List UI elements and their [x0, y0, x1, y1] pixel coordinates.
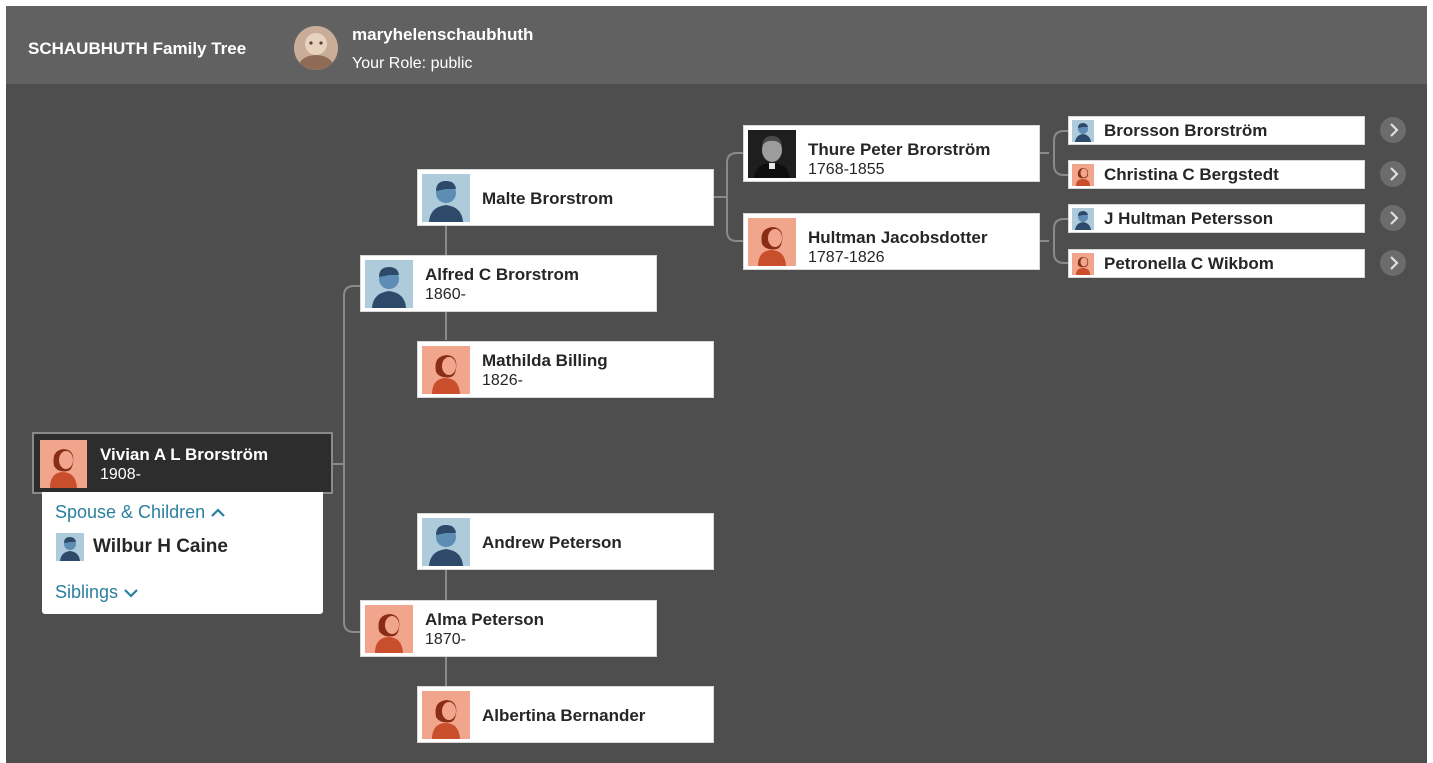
siblings-toggle[interactable]: Siblings: [55, 582, 139, 603]
siblings-label: Siblings: [55, 582, 119, 602]
person-name: Andrew Peterson: [482, 533, 622, 552]
person-name: Hultman Jacobsdotter: [808, 228, 988, 247]
expand-ancestors-button[interactable]: [1380, 161, 1406, 187]
chevron-up-icon: [211, 508, 225, 518]
person-card-great-grandfather[interactable]: Thure Peter Brorström 1768-1855: [743, 125, 1040, 182]
chevron-right-icon: [1390, 211, 1399, 225]
expand-ancestors-button[interactable]: [1380, 205, 1406, 231]
expand-ancestors-button[interactable]: [1380, 250, 1406, 276]
tree-viewport[interactable]: SCHAUBHUTH Family Tree maryhelenschaubhu…: [6, 6, 1427, 763]
male-silhouette-icon: [1072, 120, 1094, 142]
person-card-paternal-grandfather[interactable]: Malte Brorstrom: [417, 169, 714, 226]
person-card-paternal-grandmother[interactable]: Mathilda Billing 1826-: [417, 341, 714, 398]
person-years: 1860-: [425, 286, 466, 303]
person-card-ggp-4[interactable]: Petronella C Wikbom: [1068, 249, 1365, 278]
chevron-right-icon: [1390, 167, 1399, 181]
person-years: 1870-: [425, 631, 466, 648]
female-silhouette-icon: [422, 691, 470, 739]
person-name: Mathilda Billing: [482, 351, 608, 370]
person-card-father[interactable]: Alfred C Brorstrom 1860-: [360, 255, 657, 312]
person-card-ggp-3[interactable]: J Hultman Petersson: [1068, 204, 1365, 233]
family-popup: Spouse & Children Wilbur H Caine Sibling…: [42, 492, 323, 614]
male-silhouette-icon: [1072, 208, 1094, 230]
female-silhouette-icon: [40, 440, 87, 488]
spouse-children-label: Spouse & Children: [55, 502, 206, 522]
person-name: Alma Peterson: [425, 610, 545, 629]
female-silhouette-icon: [1072, 253, 1094, 275]
expand-ancestors-button[interactable]: [1380, 117, 1406, 143]
female-silhouette-icon: [748, 218, 796, 266]
spouse-children-toggle[interactable]: Spouse & Children: [55, 502, 226, 523]
person-card-maternal-grandfather[interactable]: Andrew Peterson: [417, 513, 714, 570]
person-card-great-grandmother[interactable]: Hultman Jacobsdotter 1787-1826: [743, 213, 1040, 270]
person-name: Vivian A L Brorström: [100, 445, 269, 464]
male-silhouette-icon: [56, 533, 84, 561]
person-card-maternal-grandmother[interactable]: Albertina Bernander: [417, 686, 714, 743]
female-silhouette-icon: [422, 346, 470, 394]
spouse-name[interactable]: Wilbur H Caine: [93, 536, 228, 558]
portrait-photo: [748, 130, 796, 178]
person-name: Albertina Bernander: [482, 706, 646, 725]
person-years: 1768-1855: [808, 161, 885, 178]
male-silhouette-icon: [422, 174, 470, 222]
female-silhouette-icon: [1072, 164, 1094, 186]
person-name: Alfred C Brorstrom: [425, 265, 579, 284]
person-card-ggp-1[interactable]: Brorsson Brorström: [1068, 116, 1365, 145]
person-card-mother[interactable]: Alma Peterson 1870-: [360, 600, 657, 657]
person-name: Christina C Bergstedt: [1104, 165, 1279, 184]
chevron-right-icon: [1390, 123, 1399, 137]
person-card-ggp-2[interactable]: Christina C Bergstedt: [1068, 160, 1365, 189]
chevron-right-icon: [1390, 256, 1399, 270]
person-card-focus[interactable]: Vivian A L Brorström 1908-: [32, 432, 333, 494]
person-years: 1826-: [482, 372, 523, 389]
chevron-down-icon: [124, 589, 138, 598]
person-name: J Hultman Petersson: [1104, 209, 1274, 228]
person-name: Brorsson Brorström: [1104, 121, 1268, 140]
female-silhouette-icon: [365, 605, 413, 653]
person-years: 1787-1826: [808, 249, 885, 266]
person-name: Malte Brorstrom: [482, 189, 614, 208]
male-silhouette-icon: [422, 518, 470, 566]
male-silhouette-icon: [365, 260, 413, 308]
person-name: Thure Peter Brorström: [808, 140, 991, 159]
person-name: Petronella C Wikbom: [1104, 254, 1274, 273]
person-years: 1908-: [100, 466, 141, 483]
